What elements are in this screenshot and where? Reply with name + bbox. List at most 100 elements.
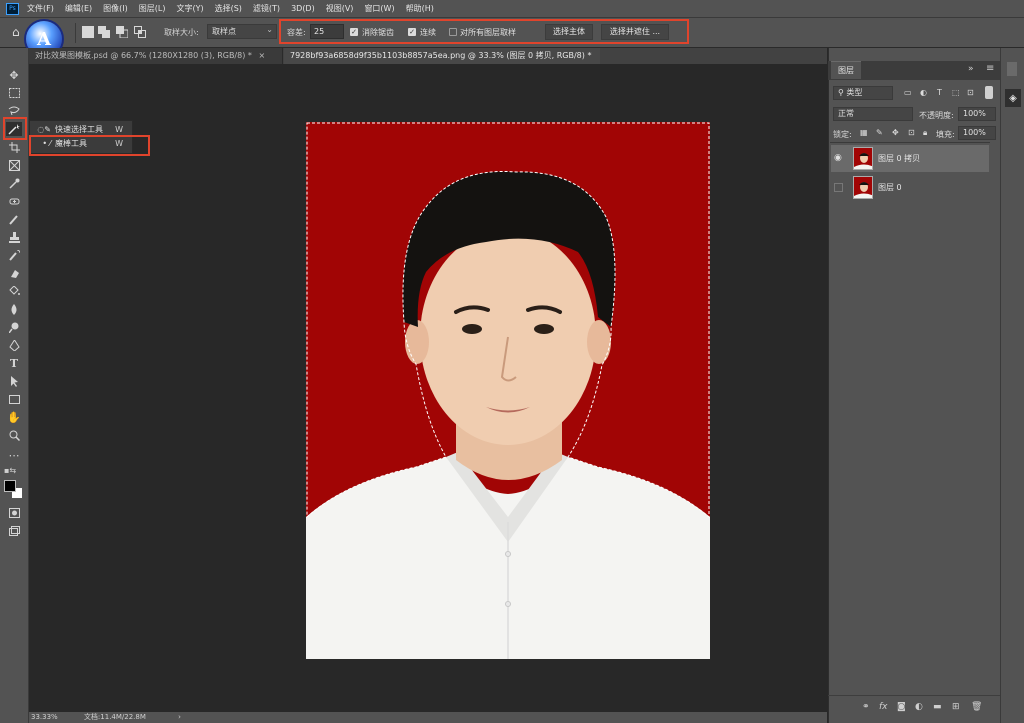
lock-all-icon[interactable]: 🔒︎ (923, 128, 927, 138)
visibility-eye-icon[interactable]: ◉ (834, 145, 842, 172)
add-mask-icon[interactable]: ◙ (897, 702, 906, 712)
contiguous-label: 连续 (420, 28, 436, 37)
close-icon[interactable]: × (258, 51, 265, 60)
menu-type[interactable]: 文字(Y) (176, 3, 203, 14)
sample-all-layers-label: 对所有图层取样 (460, 28, 516, 37)
tolerance-input[interactable]: 25 (310, 24, 344, 39)
layer-row-original[interactable]: 图层 0 (831, 174, 989, 201)
rectangle-tool-icon[interactable] (6, 392, 22, 406)
lasso-tool-icon[interactable] (6, 104, 22, 118)
blur-tool-icon[interactable] (6, 302, 22, 316)
new-selection-icon[interactable] (82, 26, 94, 38)
eraser-tool-icon[interactable] (6, 266, 22, 280)
tab-label: 对比效果图模板.psd @ 66.7% (1280X1280 (3), RGB/… (35, 51, 252, 60)
zoom-level[interactable]: 33.33% (31, 713, 58, 721)
edit-toolbar-icon[interactable]: ⋯ (6, 448, 22, 462)
antialias-label: 消除锯齿 (362, 28, 394, 37)
layer-filter-select[interactable]: ⚲ 类型 (833, 86, 893, 100)
delete-layer-icon[interactable]: 🗑︎ (971, 702, 982, 712)
foreground-color-swatch[interactable] (4, 480, 16, 492)
eyedropper-tool-icon[interactable] (6, 176, 22, 190)
frame-tool-icon[interactable] (6, 158, 22, 172)
fill-input[interactable]: 100% (958, 126, 996, 140)
quick-mask-icon[interactable] (6, 506, 22, 520)
new-group-icon[interactable]: ▬ (933, 702, 942, 712)
default-colors-icon[interactable]: ▪⇆ (4, 466, 16, 475)
intersect-selection-icon[interactable] (134, 26, 146, 38)
filter-toggle[interactable] (985, 86, 993, 99)
pen-tool-icon[interactable] (6, 338, 22, 352)
tab-active-png[interactable]: 7928bf93a6858d9f35b1103b8857a5ea.png @ 3… (284, 48, 600, 76)
sample-all-layers-checkbox[interactable] (449, 28, 457, 36)
filter-type-icon[interactable]: T (937, 88, 942, 97)
new-layer-icon[interactable]: ⊞ (952, 702, 960, 712)
layer-thumbnail (853, 176, 873, 199)
doc-size: 文档:11.4M/22.8M (83, 713, 146, 721)
menu-help[interactable]: 帮助(H) (406, 3, 434, 14)
zoom-tool-icon[interactable] (6, 428, 22, 442)
subtract-from-selection-icon[interactable] (116, 26, 129, 39)
lock-artboard-icon[interactable]: ⊡ (908, 128, 915, 137)
tab-label: 7928bf93a6858d9f35b1103b8857a5ea.png @ 3… (290, 51, 592, 60)
opacity-label: 不透明度: (919, 111, 954, 120)
menu-view[interactable]: 视图(V) (326, 3, 354, 14)
layer-row-copy[interactable]: ◉ 图层 0 拷贝 (831, 145, 989, 172)
menu-image[interactable]: 图像(I) (103, 3, 128, 14)
collapse-panels-icon[interactable]: » (968, 64, 974, 74)
tool-highlight-box (3, 117, 27, 140)
marquee-tool-icon[interactable] (6, 86, 22, 100)
link-layers-icon[interactable]: ⚭ (862, 702, 870, 712)
dodge-tool-icon[interactable] (6, 320, 22, 334)
sample-size-select[interactable]: 取样点 (207, 23, 277, 39)
crop-tool-icon[interactable] (6, 140, 22, 154)
sample-size-value: 取样点 (212, 27, 236, 36)
menu-3d[interactable]: 3D(D) (291, 4, 315, 13)
photoshop-logo: Ps (6, 2, 19, 15)
home-icon[interactable]: ⌂ (12, 25, 20, 39)
tolerance-label: 容差: (287, 28, 306, 37)
selection-marquee (306, 122, 710, 519)
layers-tab[interactable]: 图层 (831, 61, 861, 79)
menu-window[interactable]: 窗口(W) (364, 3, 394, 14)
layers-dock-icon[interactable]: ◈ (1005, 89, 1021, 107)
screen-mode-icon[interactable] (6, 524, 22, 538)
history-brush-icon[interactable] (6, 248, 22, 262)
contiguous-checkbox[interactable]: ✓ (408, 28, 416, 36)
adjustment-layer-icon[interactable]: ◐ (915, 702, 923, 712)
filter-pixel-icon[interactable]: ▭ (904, 88, 912, 97)
menu-edit[interactable]: 编辑(E) (65, 3, 92, 14)
select-and-mask-button[interactable]: 选择并遮住 ... (601, 24, 669, 40)
lock-transparent-icon[interactable]: ▦ (860, 128, 868, 137)
brush-tool-icon[interactable] (6, 212, 22, 226)
add-to-selection-icon[interactable] (98, 26, 110, 38)
antialias-checkbox[interactable]: ✓ (350, 28, 358, 36)
menu-file[interactable]: 文件(F) (27, 3, 54, 14)
paint-bucket-icon[interactable] (6, 284, 22, 298)
move-tool-icon[interactable]: ✥ (6, 68, 22, 82)
visibility-toggle[interactable] (834, 183, 843, 192)
panel-menu-icon[interactable]: ≡ (986, 63, 994, 74)
path-selection-icon[interactable] (6, 374, 22, 388)
type-tool-icon[interactable]: T (6, 356, 22, 370)
menu-select[interactable]: 选择(S) (215, 3, 242, 14)
lock-image-icon[interactable]: ✎ (876, 128, 883, 137)
opacity-input[interactable]: 100% (958, 107, 996, 121)
tab-template-psd[interactable]: 对比效果图模板.psd @ 66.7% (1280X1280 (3), RGB/… (29, 48, 283, 64)
filter-adjustment-icon[interactable]: ◐ (920, 88, 927, 97)
filter-smart-object-icon[interactable]: ⊡ (967, 88, 974, 97)
layer-style-icon[interactable]: fx (879, 702, 888, 712)
select-subject-button[interactable]: 选择主体 (545, 24, 593, 40)
flyout-highlight-box (29, 135, 150, 156)
fill-label: 填充: (936, 130, 955, 139)
hand-tool-icon[interactable]: ✋ (6, 410, 22, 424)
lock-position-icon[interactable]: ✥ (892, 128, 899, 137)
status-arrow-icon[interactable]: › (178, 713, 181, 721)
panel-dock (1000, 48, 1024, 723)
filter-shape-icon[interactable]: ⬚ (952, 88, 960, 97)
dock-grip-icon[interactable] (1007, 62, 1017, 76)
healing-brush-icon[interactable] (6, 194, 22, 208)
menu-layer[interactable]: 图层(L) (139, 3, 166, 14)
blend-mode-select[interactable]: 正常 (833, 107, 913, 121)
menu-filter[interactable]: 滤镜(T) (253, 3, 280, 14)
clone-stamp-icon[interactable] (6, 230, 22, 244)
